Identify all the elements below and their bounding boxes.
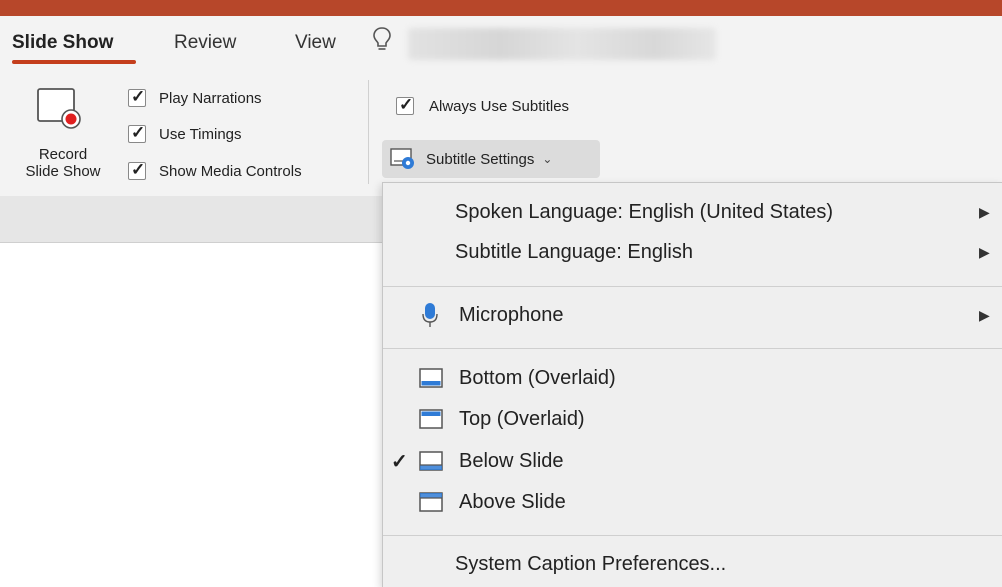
use-timings-checkbox[interactable]: ✓ Use Timings xyxy=(128,122,242,146)
record-label-line1: Record xyxy=(38,146,88,163)
checkmark-icon: ✓ xyxy=(131,160,146,179)
microphone-icon xyxy=(422,303,438,327)
menu-item-below-slide[interactable]: ✓ Below Slide xyxy=(383,444,1002,478)
checkbox-box[interactable]: ✓ xyxy=(396,95,414,115)
checkmark-icon: ✓ xyxy=(399,95,414,114)
show-media-controls-label: Show Media Controls xyxy=(159,162,302,180)
submenu-arrow-icon: ▶ xyxy=(979,203,990,220)
play-narrations-label: Play Narrations xyxy=(159,89,262,107)
top-overlaid-icon xyxy=(419,409,443,429)
search-field-blurred[interactable] xyxy=(408,28,716,60)
subtitle-settings-button[interactable]: Subtitle Settings ⌄ xyxy=(382,140,600,178)
above-slide-label: Above Slide xyxy=(459,490,566,513)
tab-view[interactable]: View xyxy=(295,32,336,54)
below-slide-label: Below Slide xyxy=(459,449,564,472)
active-tab-underline xyxy=(12,60,136,64)
menu-item-microphone[interactable]: Microphone ▶ xyxy=(383,298,1002,332)
show-media-controls-checkbox[interactable]: ✓ Show Media Controls xyxy=(128,159,302,183)
checkmark-icon: ✓ xyxy=(131,87,146,106)
title-bar-accent xyxy=(0,0,1002,16)
play-narrations-checkbox[interactable]: ✓ Play Narrations xyxy=(128,86,262,110)
tab-review[interactable]: Review xyxy=(174,32,236,54)
bottom-overlaid-icon xyxy=(419,368,443,388)
tab-slide-show[interactable]: Slide Show xyxy=(12,32,113,54)
always-use-subtitles-label: Always Use Subtitles xyxy=(429,97,570,115)
lightbulb-icon[interactable] xyxy=(372,26,392,54)
subtitle-language-label: Subtitle Language: English xyxy=(455,240,693,263)
record-slide-show-button[interactable]: Record Slide Show xyxy=(8,82,116,192)
record-slide-show-label: Record Slide Show xyxy=(8,146,118,180)
record-slide-show-icon xyxy=(37,88,81,129)
checkbox-box[interactable]: ✓ xyxy=(128,160,146,180)
checkbox-box[interactable]: ✓ xyxy=(128,123,146,143)
always-use-subtitles-checkbox[interactable]: ✓ Always Use Subtitles xyxy=(396,94,569,118)
menu-separator xyxy=(383,348,1002,349)
menu-item-subtitle-language[interactable]: Subtitle Language: English ▶ xyxy=(383,235,1002,269)
menu-item-spoken-language[interactable]: Spoken Language: English (United States)… xyxy=(383,195,1002,229)
checkbox-box[interactable]: ✓ xyxy=(128,87,146,107)
menu-separator xyxy=(383,535,1002,536)
subtitle-settings-label: Subtitle Settings xyxy=(426,150,535,168)
submenu-arrow-icon: ▶ xyxy=(979,306,990,323)
checkmark-icon: ✓ xyxy=(131,123,146,142)
menu-item-bottom-overlaid[interactable]: Bottom (Overlaid) xyxy=(383,361,1002,395)
menu-item-system-caption-preferences[interactable]: System Caption Preferences... xyxy=(383,547,1002,581)
menu-separator xyxy=(383,286,1002,287)
above-slide-icon xyxy=(419,492,443,512)
menu-item-top-overlaid[interactable]: Top (Overlaid) xyxy=(383,402,1002,436)
submenu-arrow-icon: ▶ xyxy=(979,243,990,260)
microphone-label: Microphone xyxy=(459,303,564,326)
ribbon-group-divider xyxy=(368,80,369,184)
top-overlaid-label: Top (Overlaid) xyxy=(459,407,585,430)
subtitle-settings-menu: Spoken Language: English (United States)… xyxy=(382,182,1002,587)
system-caption-preferences-label: System Caption Preferences... xyxy=(455,552,727,575)
chevron-down-icon: ⌄ xyxy=(542,152,553,166)
bottom-overlaid-label: Bottom (Overlaid) xyxy=(459,366,616,389)
subtitle-settings-icon xyxy=(390,148,414,169)
spoken-language-label: Spoken Language: English (United States) xyxy=(455,200,834,223)
menu-item-above-slide[interactable]: Above Slide xyxy=(383,485,1002,519)
record-label-line2: Slide Show xyxy=(25,163,101,180)
use-timings-label: Use Timings xyxy=(159,125,242,143)
below-slide-icon xyxy=(419,451,443,471)
checkmark-icon: ✓ xyxy=(391,450,408,473)
